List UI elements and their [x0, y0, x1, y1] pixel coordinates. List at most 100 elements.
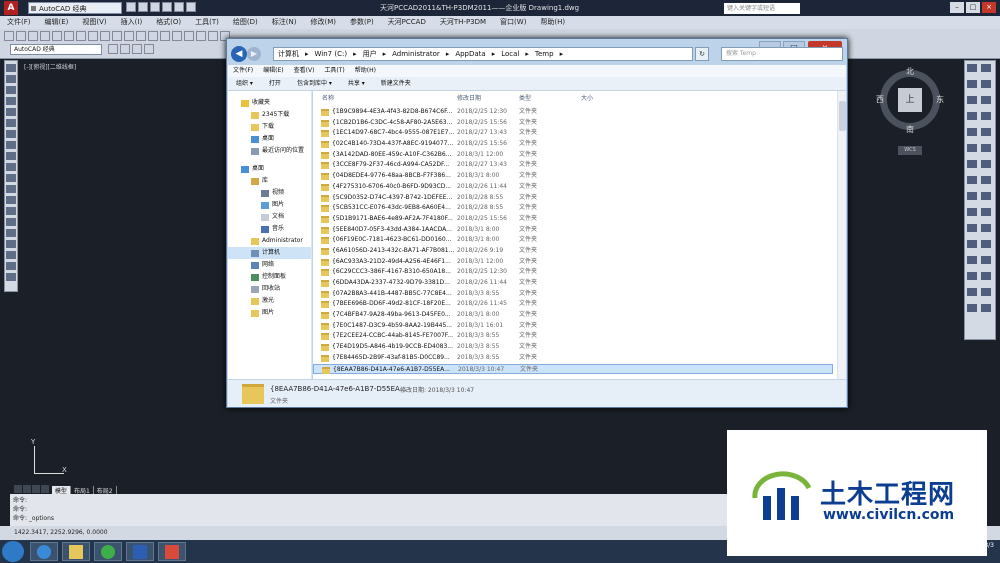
close-button[interactable]: ×: [982, 2, 996, 13]
insert-block-icon[interactable]: [6, 185, 16, 193]
nav-library-item[interactable]: 图片: [228, 199, 311, 211]
column-header-type[interactable]: 类型: [519, 93, 531, 105]
autocad-logo-icon[interactable]: A: [4, 1, 18, 15]
ellipse-arc-icon[interactable]: [6, 174, 16, 182]
file-row[interactable]: {7BEE696B-DD6F-49d2-81CF-18F20E... 2018/2…: [313, 299, 833, 310]
file-row[interactable]: {7C4BFB47-9A28-49ba-9613-D45FE0... 2018/3…: [313, 310, 833, 321]
taskbar-app-ie[interactable]: [30, 542, 58, 561]
nav-network[interactable]: 网络: [228, 259, 311, 271]
circle-icon[interactable]: [6, 130, 16, 138]
rotate-icon[interactable]: [967, 112, 977, 120]
file-row[interactable]: {1EC14D97-68C7-4bc4-9555-087E1E7... 2018/…: [313, 128, 833, 139]
file-list-scrollbar[interactable]: [837, 91, 846, 379]
copy-object-icon[interactable]: [981, 64, 991, 72]
taskbar-app-pccad[interactable]: [158, 542, 186, 561]
compass-north[interactable]: 北: [906, 66, 914, 77]
lock-icon[interactable]: [144, 44, 154, 54]
tab-next-icon[interactable]: [32, 485, 40, 493]
menu-item[interactable]: 窗口(W): [493, 16, 533, 29]
camera-icon[interactable]: [981, 304, 991, 312]
breadcrumb-segment[interactable]: Administrator: [392, 50, 440, 58]
command-button[interactable]: 新建文件夹: [373, 77, 419, 91]
add-icon[interactable]: [6, 273, 16, 281]
explode-icon[interactable]: [981, 176, 991, 184]
viewcube[interactable]: 上 北 南 西 东 WCS: [874, 66, 946, 156]
point-icon[interactable]: [6, 207, 16, 215]
polyline-icon[interactable]: [6, 86, 16, 94]
nav-favorites[interactable]: 收藏夹: [228, 97, 311, 109]
xline-icon[interactable]: [6, 75, 16, 83]
menu-item[interactable]: 格式(O): [149, 16, 188, 29]
join-icon[interactable]: [967, 160, 977, 168]
nav-favorite-item[interactable]: 下载: [228, 121, 311, 133]
tool-palette-icon[interactable]: [208, 31, 218, 41]
leader-icon[interactable]: [967, 224, 977, 232]
nav-library-item[interactable]: 视频: [228, 187, 311, 199]
line-icon[interactable]: [6, 64, 16, 72]
zoom-icon[interactable]: [148, 31, 158, 41]
move-icon[interactable]: [981, 96, 991, 104]
file-row[interactable]: {6DDA43DA-2337-4732-9D79-3381D... 2018/2/…: [313, 278, 833, 289]
file-row[interactable]: {8EAA7B86-D41A-47e6-A1B7-D55EA... 2018/3/…: [313, 363, 833, 375]
back-button[interactable]: ◀: [231, 46, 247, 62]
menu-item[interactable]: 绘图(D): [226, 16, 265, 29]
address-bar[interactable]: 计算机 ▸ Win7 (C:) ▸ 用户 ▸ Administrator ▸ AppData ▸ L…: [273, 47, 693, 61]
breadcrumb-segment[interactable]: 用户: [363, 50, 377, 58]
menu-item[interactable]: 天河TH-P3DM: [433, 16, 493, 29]
breadcrumb-separator-icon[interactable]: ▸: [353, 50, 357, 58]
dim-linear-icon[interactable]: [967, 192, 977, 200]
compass-south[interactable]: 南: [906, 124, 914, 135]
command-button[interactable]: 组织 ▾: [228, 77, 261, 91]
compass-east[interactable]: 东: [936, 94, 944, 105]
command-button[interactable]: 包含到库中 ▾: [289, 77, 340, 91]
stretch-icon[interactable]: [967, 128, 977, 136]
view-icon[interactable]: [967, 272, 977, 280]
breadcrumb-separator-icon[interactable]: ▸: [383, 50, 387, 58]
menu-item[interactable]: 参数(P): [343, 16, 381, 29]
zoom-window-icon[interactable]: [160, 31, 170, 41]
cut-icon[interactable]: [64, 31, 74, 41]
file-row[interactable]: {5D1B9171-BAE6-4e89-AF2A-7F4180F... 2018/…: [313, 214, 833, 225]
nav-recycle-bin[interactable]: 回收站: [228, 283, 311, 295]
breadcrumb-separator-icon[interactable]: ▸: [305, 50, 309, 58]
breadcrumb-segment[interactable]: Local: [501, 50, 519, 58]
open-icon[interactable]: [138, 2, 148, 12]
polygon-icon[interactable]: [6, 97, 16, 105]
file-row[interactable]: {7E84465D-2B9F-43af-81B5-D0CC89... 2018/3…: [313, 353, 833, 364]
file-row[interactable]: {3CCE8F79-2F37-46cd-A994-CA52DF... 2018/2…: [313, 160, 833, 171]
paste-icon[interactable]: [88, 31, 98, 41]
menu-item[interactable]: 文件(F): [0, 16, 38, 29]
zoom-previous-icon[interactable]: [172, 31, 182, 41]
undo-icon[interactable]: [162, 2, 172, 12]
breadcrumb-segment[interactable]: AppData: [455, 50, 485, 58]
nav-library-item[interactable]: 音乐: [228, 223, 311, 235]
breadcrumb-segment[interactable]: 计算机: [278, 50, 299, 58]
explorer-menu-item[interactable]: 文件(F): [228, 65, 258, 77]
taskbar-app-word[interactable]: [126, 542, 154, 561]
layout-icon[interactable]: [981, 272, 991, 280]
layer-icon[interactable]: [108, 44, 118, 54]
array-icon[interactable]: [967, 96, 977, 104]
open-icon[interactable]: [16, 31, 26, 41]
nav-folder[interactable]: 激光: [228, 295, 311, 307]
dim-style-icon[interactable]: [967, 256, 977, 264]
nav-desktop[interactable]: 桌面: [228, 163, 311, 175]
command-button[interactable]: 共享 ▾: [340, 77, 373, 91]
file-row[interactable]: {1B9C9894-4E3A-4f43-82D8-B674C6F... 2018/…: [313, 107, 833, 118]
file-row[interactable]: {6C29CCC3-386F-4167-B310-650A18... 2018/2…: [313, 267, 833, 278]
search-input[interactable]: 键入关键字或短语: [724, 3, 800, 14]
breadcrumb-separator-icon[interactable]: ▸: [560, 50, 564, 58]
light-icon[interactable]: [967, 304, 977, 312]
nav-favorite-item[interactable]: 最近访问的位置: [228, 145, 311, 157]
revcloud-icon[interactable]: [6, 141, 16, 149]
compass-west[interactable]: 西: [876, 94, 884, 105]
break-icon[interactable]: [981, 144, 991, 152]
menu-item[interactable]: 插入(I): [114, 16, 150, 29]
design-center-icon[interactable]: [196, 31, 206, 41]
file-row[interactable]: {3A142DAD-80EE-459c-A10F-C362B6... 2018/3…: [313, 150, 833, 161]
file-row[interactable]: {7E4D19D5-A846-4b19-9CCB-ED4083... 2018/3…: [313, 342, 833, 353]
menu-item[interactable]: 视图(V): [75, 16, 113, 29]
make-block-icon[interactable]: [6, 196, 16, 204]
mirror-icon[interactable]: [967, 80, 977, 88]
erase-icon[interactable]: [967, 64, 977, 72]
